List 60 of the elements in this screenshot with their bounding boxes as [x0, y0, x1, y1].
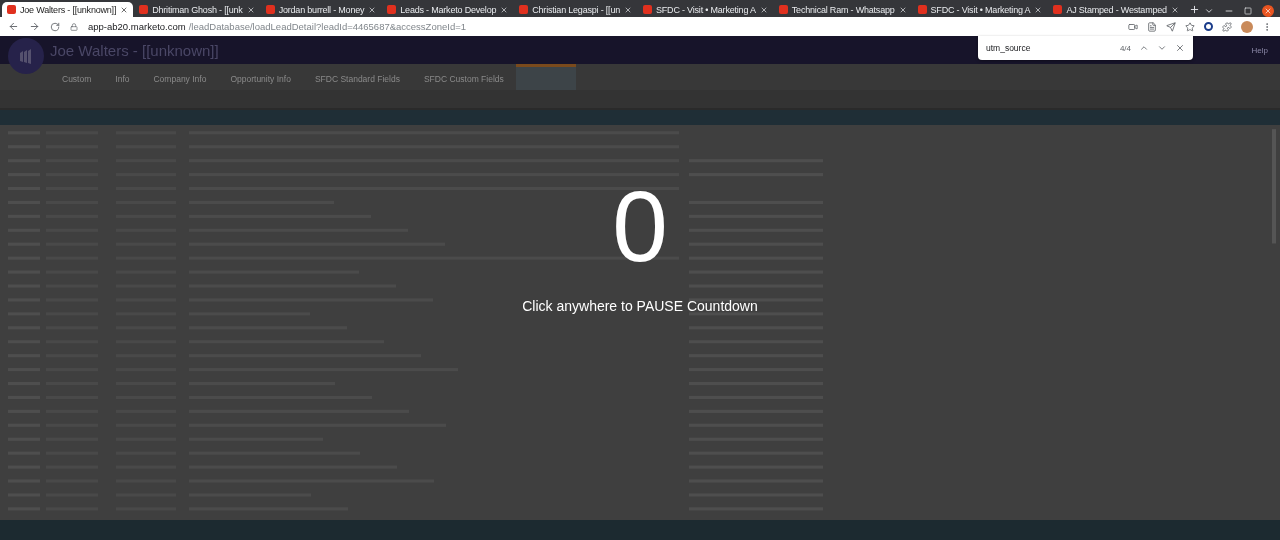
nav-tab[interactable]: SFDC Custom Fields — [411, 64, 516, 90]
browser-tab[interactable]: Jordan burrell - Money — [260, 2, 382, 17]
nav-tab[interactable]: Custom — [50, 64, 104, 90]
browser-tab[interactable]: Joe Walters - [[unknown]] — [2, 2, 134, 17]
countdown-message[interactable]: Click anywhere to PAUSE Countdown — [522, 298, 758, 314]
camera-icon[interactable] — [1128, 21, 1138, 32]
close-icon[interactable] — [500, 5, 509, 14]
favicon-icon — [778, 5, 788, 14]
lock-icon — [70, 22, 78, 31]
favicon-icon — [7, 5, 16, 14]
favicon-icon — [265, 5, 275, 14]
previous-match-icon[interactable] — [1139, 43, 1149, 53]
page-icon[interactable] — [1147, 21, 1157, 32]
favicon-icon — [139, 5, 149, 14]
browser-tab[interactable]: SFDC - Visit • Marketing A — [638, 2, 773, 17]
close-icon[interactable] — [1175, 43, 1185, 53]
ring-icon[interactable] — [1204, 22, 1213, 31]
close-icon[interactable] — [898, 5, 907, 14]
favicon-icon — [643, 5, 652, 14]
close-icon — [1264, 7, 1272, 15]
extensions-icon[interactable] — [1222, 21, 1232, 32]
next-match-icon[interactable] — [1157, 43, 1167, 53]
reload-icon[interactable] — [50, 21, 60, 32]
find-field[interactable]: utm_source — [986, 43, 1112, 53]
browser-tab[interactable]: Technical Ram - Whatsapp — [773, 2, 912, 17]
browser-tab[interactable]: Leads - Marketo Develop — [382, 2, 514, 17]
bookmark-star-icon[interactable] — [1185, 21, 1195, 32]
close-icon[interactable] — [120, 5, 129, 14]
close-icon[interactable] — [1170, 5, 1179, 14]
avatar-icon[interactable] — [1241, 20, 1253, 33]
send-icon[interactable] — [1166, 21, 1176, 32]
close-icon[interactable] — [759, 5, 768, 14]
favicon-icon — [519, 5, 529, 14]
close-icon[interactable] — [368, 5, 377, 14]
back-icon[interactable] — [8, 21, 19, 32]
match-count: 4/4 — [1119, 43, 1131, 53]
browser-tab[interactable]: SFDC - Visit • Marketing A — [912, 2, 1048, 17]
new-tab-icon[interactable] — [1188, 4, 1200, 15]
nav-tab[interactable]: SFDC Standard Fields — [302, 64, 412, 90]
favicon-icon — [1053, 5, 1063, 14]
header-link[interactable]: Help — [1251, 45, 1268, 55]
close-icon[interactable] — [1034, 5, 1043, 14]
close-icon[interactable] — [246, 5, 255, 14]
favicon-icon — [917, 5, 927, 14]
maximize-icon[interactable] — [1244, 7, 1252, 15]
lead-title: Joe Walters - [[unknown]] — [50, 41, 219, 59]
favicon-icon — [387, 5, 397, 14]
address-field[interactable]: app-ab20.marketo.com /leadDatabase/loadLeadDetail?leadId=4465687&accessZoneId=1 — [88, 21, 466, 32]
nav-tab[interactable]: Company Info — [141, 64, 219, 90]
logo-icon — [8, 38, 44, 74]
countdown-number: 0 — [612, 176, 668, 276]
close-window-button[interactable] — [1262, 5, 1274, 17]
browser-tab[interactable]: Dhritiman Ghosh - [[unk — [134, 2, 260, 17]
browser-tab[interactable]: Christian Legaspi - [[un — [514, 2, 637, 17]
tab-search-icon[interactable] — [1204, 6, 1214, 16]
close-icon[interactable] — [624, 5, 632, 14]
forward-icon[interactable] — [29, 21, 40, 32]
nav-tab[interactable]: Info — [103, 64, 142, 90]
browser-tab[interactable]: AJ Stamped - Westamped — [1048, 2, 1184, 17]
nav-tab[interactable]: Opportunity Info — [218, 64, 303, 90]
